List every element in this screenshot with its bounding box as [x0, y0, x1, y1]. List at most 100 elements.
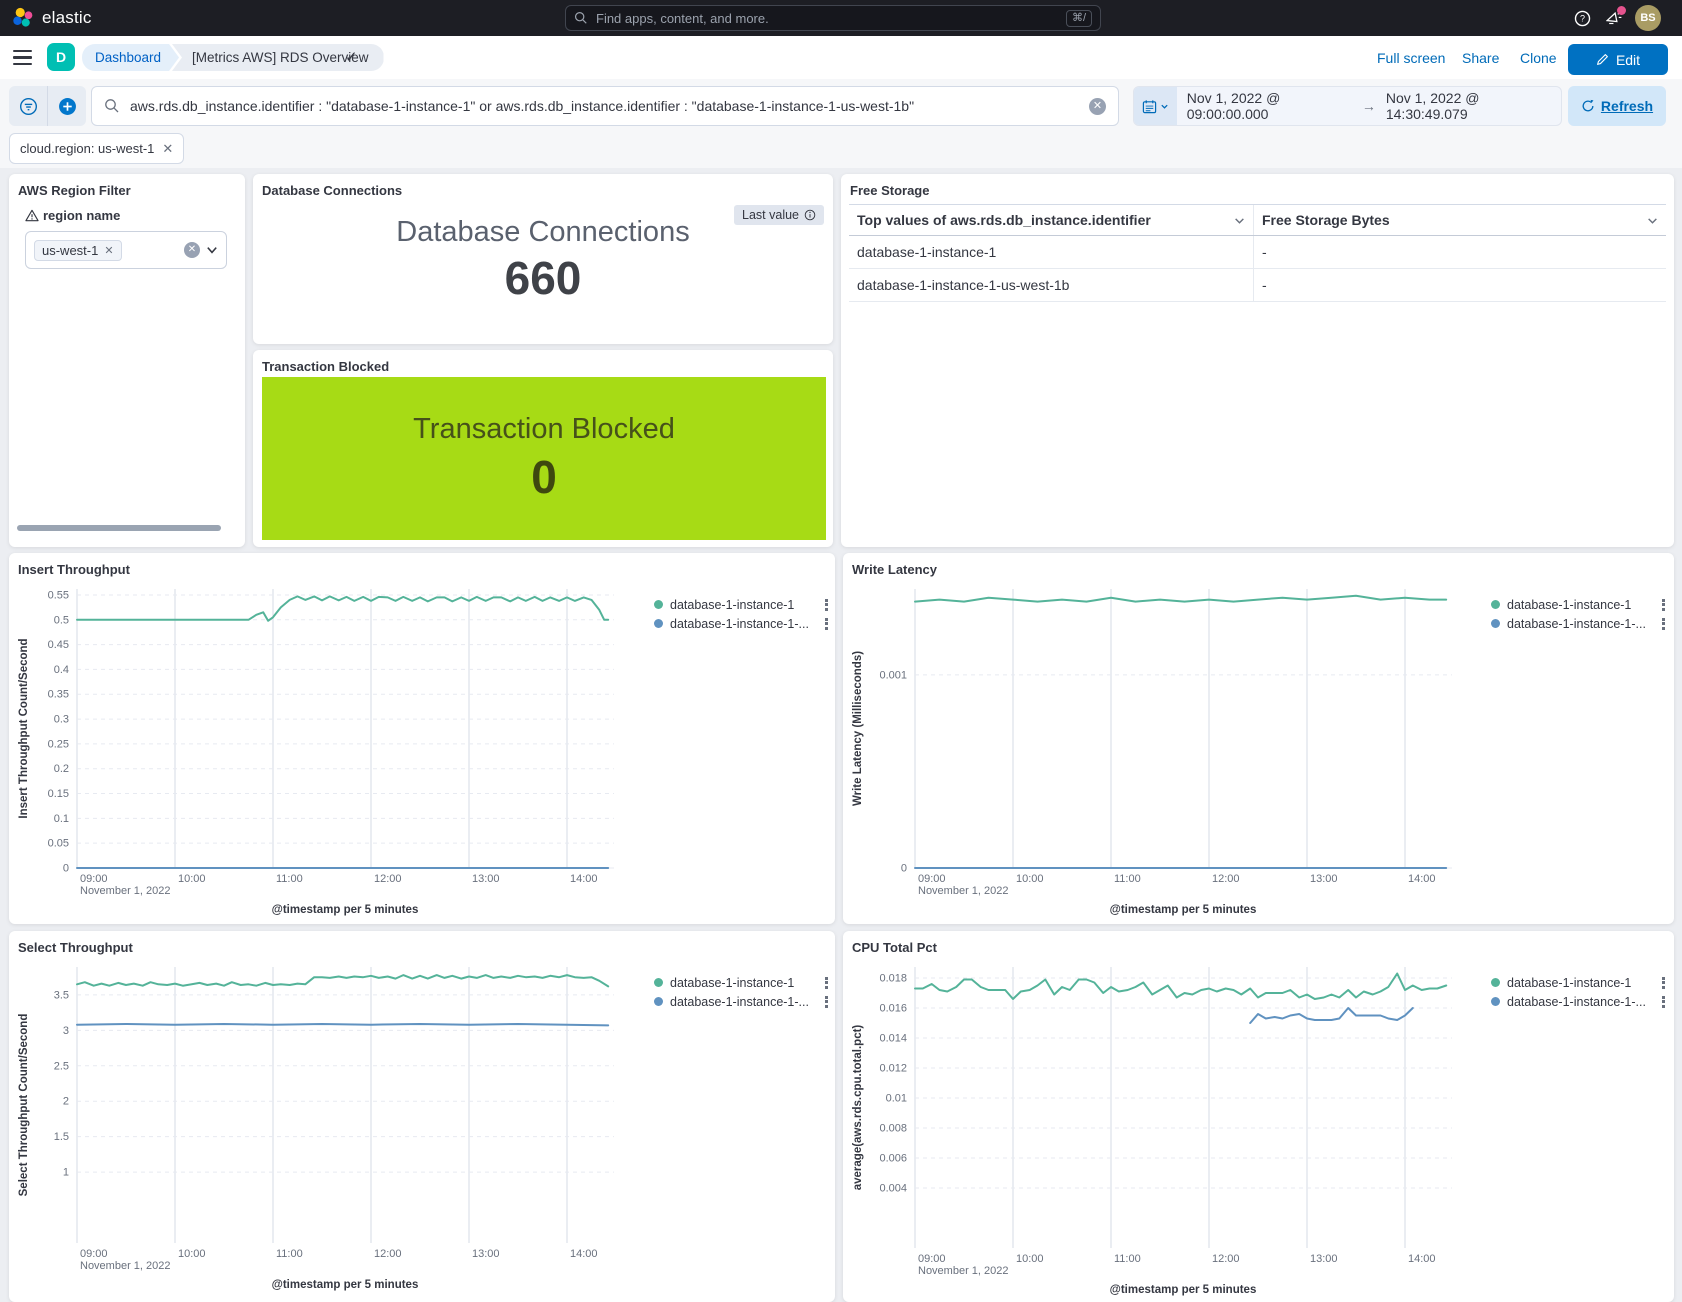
chart-legend: database-1-instance-1 database-1-instance… [654, 595, 830, 633]
filter-pill-label: cloud.region: us-west-1 [20, 141, 154, 156]
column-header-free-storage-bytes[interactable]: Free Storage Bytes [1253, 205, 1666, 235]
svg-text:0.012: 0.012 [879, 1062, 907, 1074]
svg-text:2.5: 2.5 [54, 1060, 69, 1072]
combobox-chevron-icon[interactable] [206, 244, 218, 256]
svg-text:0.014: 0.014 [879, 1032, 907, 1044]
svg-text:0.1: 0.1 [54, 813, 69, 825]
svg-text:2: 2 [63, 1096, 69, 1108]
legend-series-label: database-1-instance-1 [670, 598, 794, 612]
region-combobox[interactable]: us-west-1 ✕ ✕ [25, 231, 227, 269]
svg-text:November 1, 2022: November 1, 2022 [80, 885, 171, 897]
date-range-end[interactable]: Nov 1, 2022 @ 14:30:49.079 [1386, 90, 1551, 122]
svg-text:0.15: 0.15 [48, 788, 69, 800]
user-menu[interactable]: BS [1632, 0, 1664, 36]
calendar-menu-button[interactable] [1134, 87, 1177, 125]
panel-title: Insert Throughput [18, 562, 130, 577]
menu-icon[interactable] [13, 50, 32, 65]
query-menu-group [9, 86, 86, 126]
legend-actions-icon[interactable] [823, 994, 830, 1010]
date-range-start[interactable]: Nov 1, 2022 @ 09:00:00.000 [1187, 90, 1352, 122]
legend-item[interactable]: database-1-instance-1-... [654, 614, 830, 633]
legend-actions-icon[interactable] [1660, 616, 1667, 632]
panel-title: AWS Region Filter [18, 183, 131, 198]
legend-item[interactable]: database-1-instance-1 [1491, 595, 1667, 614]
filter-pill[interactable]: cloud.region: us-west-1 ✕ [9, 133, 184, 164]
logo-text: elastic [42, 8, 92, 28]
add-filter-icon[interactable] [48, 86, 86, 126]
svg-text:0.5: 0.5 [54, 614, 69, 626]
legend-item[interactable]: database-1-instance-1 [654, 595, 830, 614]
legend-item[interactable]: database-1-instance-1-... [654, 992, 830, 1011]
column-header-identifier[interactable]: Top values of aws.rds.db_instance.identi… [849, 212, 1253, 228]
clear-query-icon[interactable]: ✕ [1089, 98, 1106, 115]
svg-text:average(aws.rds.cpu.total.pct): average(aws.rds.cpu.total.pct) [852, 1025, 864, 1191]
query-input[interactable]: aws.rds.db_instance.identifier : "databa… [91, 86, 1119, 126]
svg-text:1: 1 [63, 1167, 69, 1179]
metric-label: Database Connections [253, 216, 833, 249]
legend-series-label: database-1-instance-1-... [670, 995, 809, 1009]
edit-button[interactable]: Edit [1568, 44, 1668, 75]
breadcrumb-dashboard[interactable]: Dashboard [82, 44, 179, 71]
legend-item[interactable]: database-1-instance-1 [654, 973, 830, 992]
clear-selection-icon[interactable]: ✕ [184, 242, 200, 258]
series-line-database-1-instance-1 [915, 596, 1446, 602]
refresh-button[interactable]: Refresh [1568, 86, 1666, 126]
global-search-input[interactable]: Find apps, content, and more. ⌘/ [565, 5, 1101, 31]
legend-actions-icon[interactable] [1660, 597, 1667, 613]
table-row: database-1-instance-1-us-west-1b- [849, 269, 1666, 302]
clone-link[interactable]: Clone [1520, 50, 1557, 66]
chevron-down-icon [1160, 102, 1169, 111]
cell-identifier: database-1-instance-1-us-west-1b [849, 277, 1253, 293]
legend-series-label: database-1-instance-1 [1507, 598, 1631, 612]
query-search-icon [104, 98, 120, 114]
svg-text:@timestamp per 5 minutes: @timestamp per 5 minutes [272, 1279, 419, 1291]
svg-text:0.006: 0.006 [879, 1152, 907, 1164]
panel-free-storage: Free Storage Top values of aws.rds.db_in… [841, 174, 1674, 547]
svg-text:10:00: 10:00 [1016, 1253, 1044, 1265]
legend-item[interactable]: database-1-instance-1 [1491, 973, 1667, 992]
help-icon[interactable]: ? [1566, 0, 1598, 36]
svg-text:14:00: 14:00 [570, 1248, 598, 1260]
table-row: database-1-instance-1- [849, 236, 1666, 269]
svg-text:10:00: 10:00 [1016, 873, 1044, 885]
remove-filter-icon[interactable]: ✕ [162, 141, 173, 157]
panel-transaction-blocked: Transaction Blocked Transaction Blocked … [253, 350, 833, 547]
elastic-logo[interactable]: elastic [12, 0, 92, 36]
saved-query-filter-icon[interactable] [9, 86, 48, 126]
svg-text:12:00: 12:00 [374, 1248, 402, 1260]
legend-item[interactable]: database-1-instance-1-... [1491, 992, 1667, 1011]
svg-text:0.001: 0.001 [879, 669, 907, 681]
sort-chevron-icon[interactable] [1234, 215, 1245, 226]
legend-item[interactable]: database-1-instance-1-... [1491, 614, 1667, 633]
series-line-database-1-instance-1 [77, 596, 608, 620]
space-avatar[interactable]: D [47, 43, 75, 71]
panel-aws-region-filter: AWS Region Filter region name us-west-1 … [9, 174, 245, 547]
chart-legend: database-1-instance-1 database-1-instance… [1491, 595, 1667, 633]
remove-region-icon[interactable]: ✕ [104, 244, 113, 257]
notifications-icon[interactable] [1598, 0, 1630, 36]
svg-text:Select Throughput Count/Second: Select Throughput Count/Second [18, 1014, 30, 1197]
svg-text:November 1, 2022: November 1, 2022 [918, 1265, 1009, 1277]
legend-actions-icon[interactable] [1660, 975, 1667, 991]
full-screen-link[interactable]: Full screen [1377, 50, 1445, 66]
svg-text:14:00: 14:00 [1408, 873, 1436, 885]
svg-text:11:00: 11:00 [1114, 873, 1141, 885]
panel-title: CPU Total Pct [852, 940, 937, 955]
svg-text:13:00: 13:00 [1310, 873, 1338, 885]
region-selected-pill[interactable]: us-west-1 ✕ [34, 240, 122, 261]
region-name-label: region name [25, 208, 120, 223]
sort-chevron-icon[interactable] [1647, 215, 1658, 226]
svg-text:0.004: 0.004 [879, 1182, 907, 1194]
legend-series-dot [1491, 997, 1500, 1006]
legend-actions-icon[interactable] [1660, 994, 1667, 1010]
legend-actions-icon[interactable] [823, 597, 830, 613]
share-link[interactable]: Share [1462, 50, 1499, 66]
cell-free-storage-bytes: - [1253, 269, 1666, 301]
date-picker: Nov 1, 2022 @ 09:00:00.000 → Nov 1, 2022… [1133, 86, 1562, 126]
legend-series-dot [1491, 600, 1500, 609]
horizontal-scrollbar[interactable] [17, 525, 221, 531]
legend-actions-icon[interactable] [823, 616, 830, 632]
svg-text:Write Latency (Milliseconds): Write Latency (Milliseconds) [852, 651, 864, 806]
legend-actions-icon[interactable] [823, 975, 830, 991]
legend-series-dot [1491, 978, 1500, 987]
